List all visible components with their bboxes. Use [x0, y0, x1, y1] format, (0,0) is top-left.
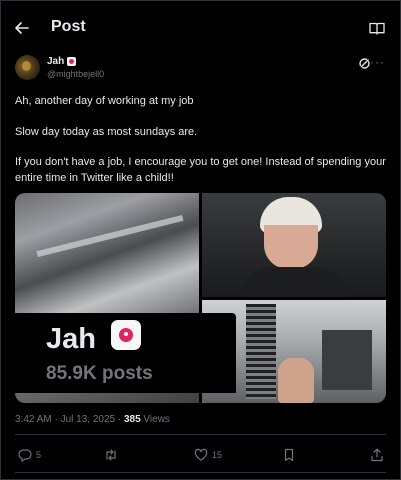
author-name[interactable]: Jah [47, 56, 64, 67]
back-button[interactable] [12, 17, 32, 39]
post-text-line-2: Slow day today as most sundays are. [15, 126, 198, 138]
more-icon[interactable]: ··· [370, 55, 385, 69]
face [264, 225, 318, 269]
reply-icon [18, 449, 32, 462]
reader-icon [369, 22, 385, 35]
kitchen-unit [322, 330, 372, 390]
profile-overlay-card: Jah 85.9K posts [15, 313, 236, 393]
like-icon [194, 448, 208, 461]
author-handle[interactable]: @mightbejell0 [47, 69, 104, 79]
shirt [242, 267, 346, 297]
avatar[interactable] [15, 55, 40, 80]
post-text-line-1: Ah, another day of working at my job [15, 95, 194, 107]
divider [15, 434, 386, 435]
timestamp[interactable]: 3:42 AM · Jul 13, 2025 · [15, 414, 124, 425]
page-title: Post [51, 18, 86, 35]
header: Post [0, 0, 401, 58]
peace-sign-hand [278, 358, 314, 403]
overlay-post-count: 85.9K posts [46, 363, 153, 384]
overlay-name: Jah [46, 323, 96, 355]
post-meta: 3:42 AM · Jul 13, 2025 · 385 Views [15, 414, 170, 425]
verified-badge-icon [67, 57, 76, 66]
views-label: Views [140, 414, 170, 425]
reply-button[interactable]: 5 [18, 446, 41, 464]
like-count: 15 [212, 450, 223, 460]
divider [15, 472, 386, 473]
repost-button[interactable] [104, 446, 118, 464]
back-arrow-icon [15, 22, 29, 34]
media-image-selfie[interactable] [202, 193, 386, 297]
reply-count: 5 [36, 450, 42, 460]
share-button[interactable] [370, 446, 384, 464]
post-text-line-3: If you don't have a job, I encourage you… [15, 156, 386, 184]
kitchen-shelf [36, 214, 184, 258]
share-icon [371, 448, 383, 462]
bookmark-button[interactable] [282, 446, 296, 464]
overlay-badge-icon [111, 320, 141, 350]
views-count: 385 [123, 414, 141, 425]
reader-button[interactable] [369, 22, 385, 36]
repost-icon [106, 449, 116, 461]
storage-rack [246, 304, 276, 399]
bookmark-icon [284, 448, 294, 462]
like-button[interactable]: 15 [194, 446, 222, 464]
